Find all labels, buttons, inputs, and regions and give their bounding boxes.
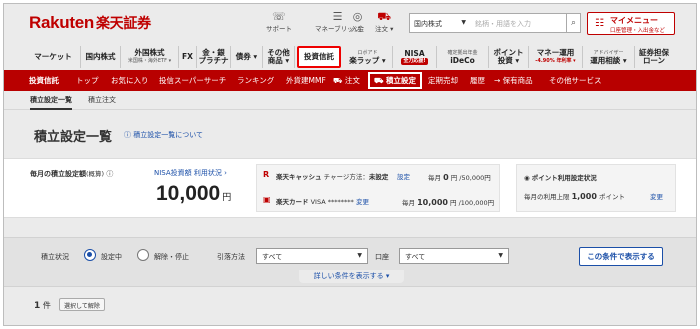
deposit-icon: ◎ [352, 10, 363, 23]
card-row: 楽天カード VISA ******** [276, 198, 354, 206]
nav-advisor[interactable]: アドバイザー 運用相談 ▾ [583, 46, 635, 68]
subnav-other-services[interactable]: その他サービス [549, 70, 602, 91]
mymenu-sub: 口座管理・入出金など [610, 28, 666, 34]
support-label: サポート [266, 25, 292, 33]
menu-icon: ☷ [595, 18, 604, 29]
radio-cancelled[interactable] [137, 249, 149, 261]
nisa-usage-link[interactable]: NISA投資額 利用状況 › [154, 168, 227, 178]
subnav-periodic-sale[interactable]: 定期売却 [428, 70, 458, 91]
account-label: 口座 [375, 253, 389, 261]
subnav-fund-title[interactable]: 投資信託 [29, 70, 59, 91]
tab-recurring-list[interactable]: 積立設定一覧 [30, 95, 72, 110]
site-header: Rakuten 楽天証券 ☏ サポート ☰ マネーブリッジ ◎ 入金 ⛟ 注文 ▾… [4, 4, 696, 46]
cash-setting-link[interactable]: 設定 [397, 171, 410, 181]
point-limit: 毎月の利用上限 1,000 ポイント [524, 192, 625, 201]
nav-ideco[interactable]: 確定拠出年金 iDeCo [437, 46, 489, 68]
nav-investment-trust[interactable]: 投資信託 [297, 46, 341, 68]
more-conditions-link[interactable]: 詳しい条件を表示する ▾ [299, 270, 404, 283]
monthly-label: 毎月の積立設定額(概算) ⓘ [30, 170, 114, 178]
subnav-holdings[interactable]: → 保有商品 [494, 70, 533, 91]
select-cancel-button[interactable]: 選択して解除 [59, 298, 105, 311]
help-icon: ⓘ [106, 170, 114, 178]
order-label: 注文 ▾ [375, 25, 394, 33]
cart-icon: ⛟ [377, 10, 392, 23]
rakuten-card-icon: ▣ [263, 195, 271, 204]
subnav-super-search[interactable]: 投信スーパーサーチ [159, 70, 226, 91]
nav-other[interactable]: その他 商品 ▾ [263, 46, 295, 68]
chevron-down-icon: ▼ [357, 252, 362, 259]
card-monthly: 毎月 10,000 円 /100,000円 [402, 198, 495, 207]
nav-fx[interactable]: FX [179, 46, 197, 68]
support-link[interactable]: ☏ サポート [266, 10, 292, 34]
nav-securities-loan[interactable]: 証券担保 ローン [635, 46, 673, 68]
apply-filter-button[interactable]: この条件で表示する [579, 247, 663, 266]
cart-icon: ⛟ [333, 76, 345, 85]
cash-monthly: 毎月 0 円 /50,000円 [428, 173, 491, 182]
support-icon: ☏ [272, 10, 286, 23]
radio-active[interactable] [84, 249, 96, 261]
monthly-amount: 10,000 円 [156, 182, 232, 205]
nav-bond[interactable]: 債券 ▾ [231, 46, 263, 68]
subnav-top[interactable]: トップ [76, 70, 99, 91]
help-icon: ⓘ [124, 131, 134, 139]
chevron-down-icon: ▼ [498, 252, 503, 259]
method-select[interactable]: すべて ▼ [256, 248, 368, 264]
search-input[interactable]: 銘柄・用語を入力 [470, 13, 567, 33]
rakuten-logo[interactable]: Rakuten 楽天証券 [29, 13, 151, 33]
subnav-history[interactable]: 履歴 [470, 70, 485, 91]
page-tabs: 積立設定一覧 積立注文 [4, 91, 696, 110]
nav-gold[interactable]: 金・銀 プラチナ [197, 46, 231, 68]
card-change-link[interactable]: 変更 [356, 196, 369, 206]
radio-active-label[interactable]: 設定中 [101, 252, 122, 262]
fund-subnav: 投資信託 トップ お気に入り 投信スーパーサーチ ランキング 外貨建MMF ⛟ … [4, 70, 696, 91]
nav-domestic-stock[interactable]: 国内株式 [81, 46, 121, 68]
mymenu-button[interactable]: ☷ マイメニュー 口座管理・入出金など [587, 12, 675, 35]
browser-frame: Rakuten 楽天証券 ☏ サポート ☰ マネーブリッジ ◎ 入金 ⛟ 注文 ▾… [3, 3, 697, 326]
tab-recurring-order[interactable]: 積立注文 [88, 95, 116, 105]
radio-cancelled-label[interactable]: 解除・停止 [154, 252, 189, 262]
result-count: 1 件 [34, 301, 51, 311]
nav-money-management[interactable]: マネー運用 -4.90% 年利率 ▾ [529, 46, 583, 68]
nisa-badge: 全力応援! [401, 57, 428, 65]
nav-point-invest[interactable]: ポイント 投資 ▾ [489, 46, 529, 68]
main-nav: マーケット 国内株式 外国株式 米国株・海外ETF ▾ FX 金・銀 プラチナ 債券… [26, 46, 676, 68]
order-link[interactable]: ⛟ 注文 ▾ [375, 10, 394, 34]
nav-nisa[interactable]: NISA 全力応援! [393, 46, 437, 68]
cash-row: 楽天キャッシュ チャージ方法：未設定 [276, 173, 389, 181]
subnav-foreign-mmf[interactable]: 外貨建MMF [286, 70, 326, 91]
nav-robo-advisor[interactable]: ロボアド 楽ラップ ▾ [343, 46, 393, 68]
status-label: 積立状況 [41, 253, 69, 261]
about-link[interactable]: ⓘ 積立設定一覧について [124, 130, 203, 140]
nav-market[interactable]: マーケット [26, 46, 81, 68]
point-change-link[interactable]: 変更 [650, 191, 663, 201]
point-title: ◉ ポイント利用設定状況 [524, 174, 597, 182]
cart-icon: ⛟ [374, 76, 387, 85]
deposit-link[interactable]: ◎ 入金 [351, 10, 364, 34]
account-select[interactable]: すべて ▼ [399, 248, 509, 264]
mymenu-title: マイメニュー [610, 16, 658, 25]
subnav-recurring-setting[interactable]: ⛟ 積立設定 [368, 72, 423, 89]
rakuten-cash-icon: R [263, 170, 270, 179]
chevron-down-icon: ▼ [461, 19, 466, 26]
subnav-favorites[interactable]: お気に入り [111, 70, 149, 91]
market-select[interactable]: 国内株式 ▼ [409, 13, 471, 33]
subnav-ranking[interactable]: ランキング [237, 70, 274, 91]
nav-foreign-stock[interactable]: 外国株式 米国株・海外ETF ▾ [121, 46, 179, 68]
point-icon: ◉ [524, 174, 532, 182]
method-label: 引落方法 [217, 253, 245, 261]
search-icon[interactable]: ⌕ [567, 13, 581, 33]
page-title: 積立設定一覧 [34, 130, 113, 145]
subnav-order[interactable]: ⛟ 注文 [333, 70, 360, 91]
deposit-label: 入金 [351, 25, 364, 33]
